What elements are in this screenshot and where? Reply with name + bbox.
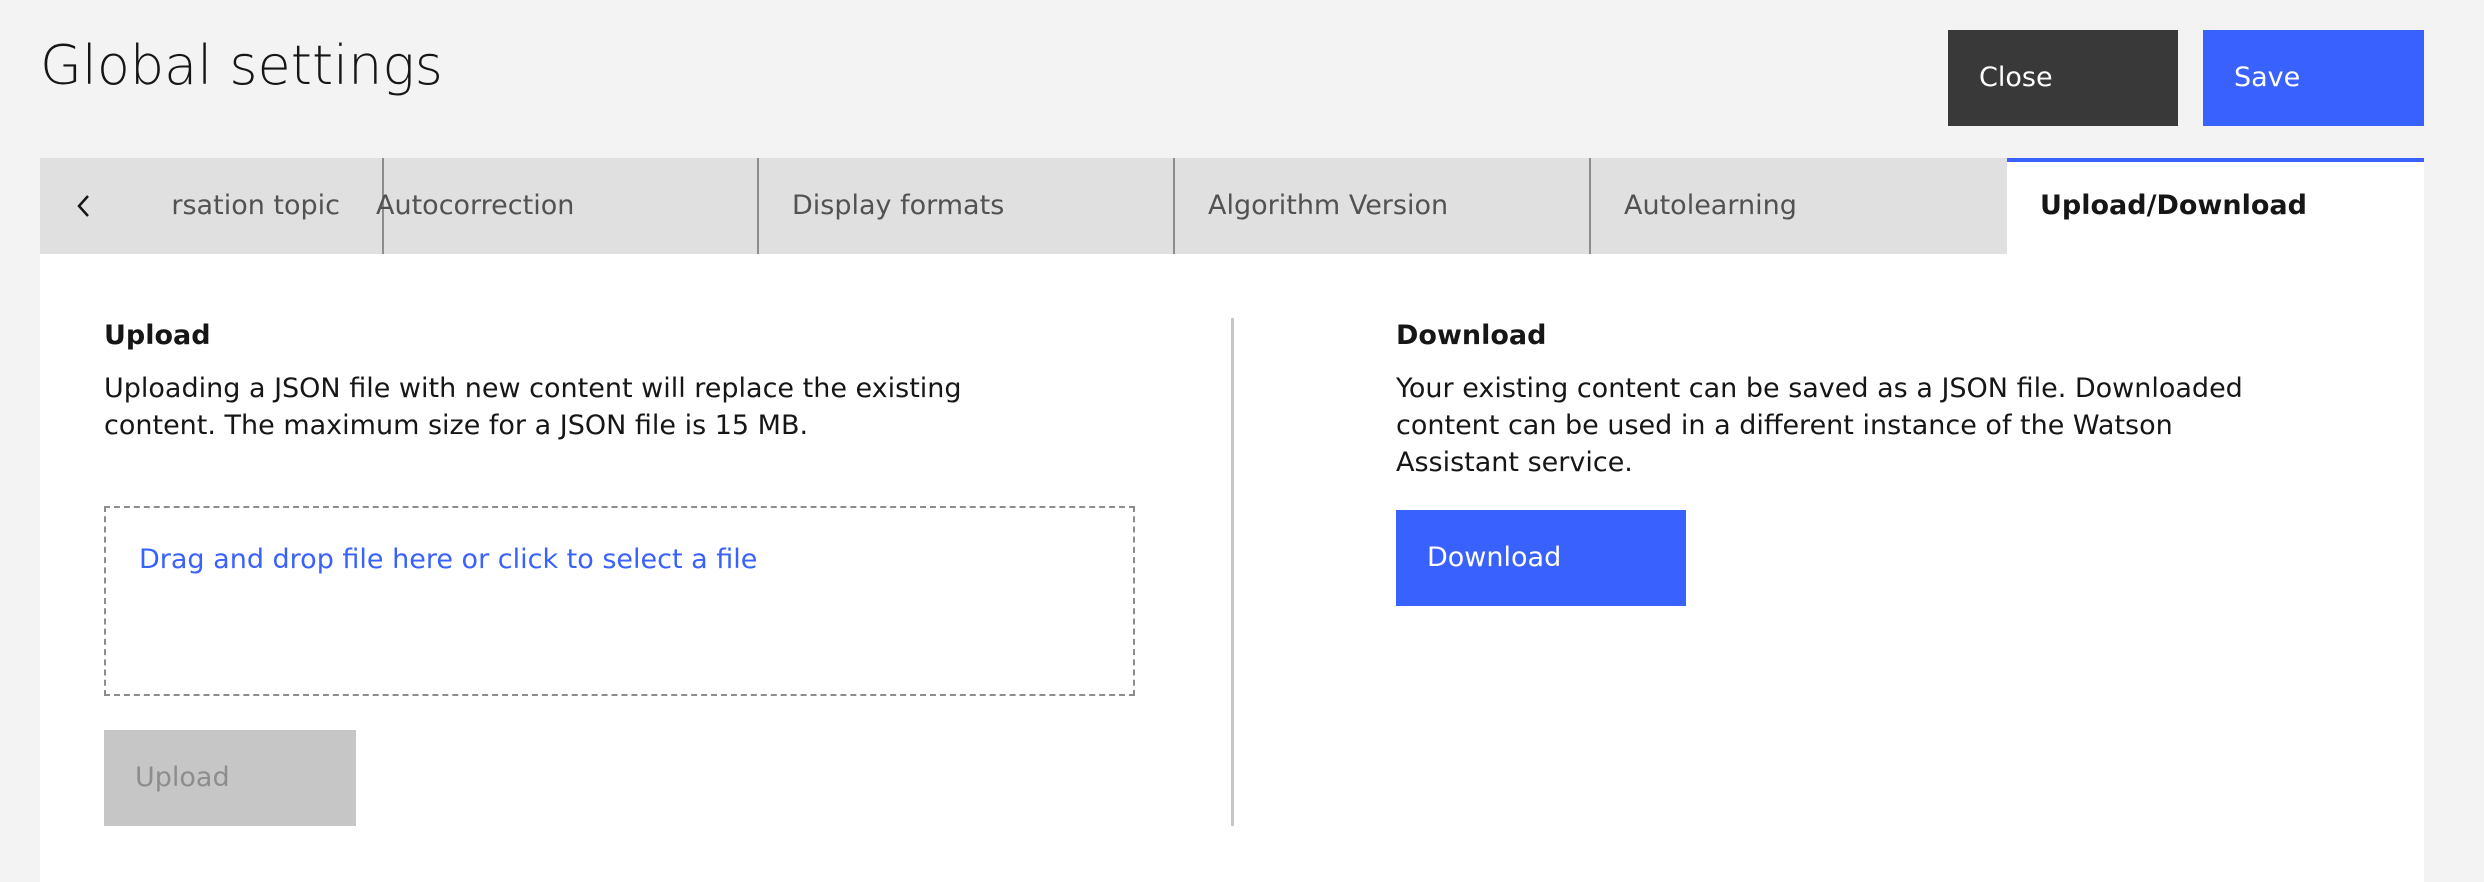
settings-tabs: rsation topic Autocorrection Display for… [40,158,2424,254]
section-divider [1231,318,1234,826]
upload-description: Uploading a JSON file with new content w… [104,373,962,441]
chevron-left-icon [77,195,89,217]
tab-upload-download[interactable]: Upload/Download [2007,158,2424,254]
page-title: Global settings [40,34,443,97]
upload-button[interactable]: Upload [104,730,356,826]
download-section-title: Download [1396,320,1547,351]
close-button[interactable]: Close [1948,30,2178,126]
download-description: Your existing content can be saved as a … [1396,373,2243,478]
download-button[interactable]: Download [1396,510,1686,606]
tab-label: Autolearning [1624,190,1797,221]
tab-label: Autocorrection [376,190,575,221]
tab-label: Display formats [792,190,1005,221]
tab-label: Algorithm Version [1208,190,1449,221]
upload-download-panel: Upload Uploading a JSON file with new co… [40,254,2424,882]
tab-autocorrection[interactable]: Autocorrection [343,158,759,254]
tabs-scroll-left-button[interactable] [40,158,148,254]
tab-autolearning[interactable]: Autolearning [1591,158,2006,254]
tab-label: rsation topic [171,190,340,221]
tab-algorithm-version[interactable]: Algorithm Version [1175,158,1591,254]
dropzone-text[interactable]: Drag and drop file here or click to sele… [139,542,757,578]
save-button[interactable]: Save [2203,30,2424,126]
file-dropzone[interactable]: Drag and drop file here or click to sele… [104,506,1135,696]
tab-label: Upload/Download [2040,190,2307,221]
upload-section-title: Upload [104,320,211,351]
tab-display-formats[interactable]: Display formats [759,158,1175,254]
